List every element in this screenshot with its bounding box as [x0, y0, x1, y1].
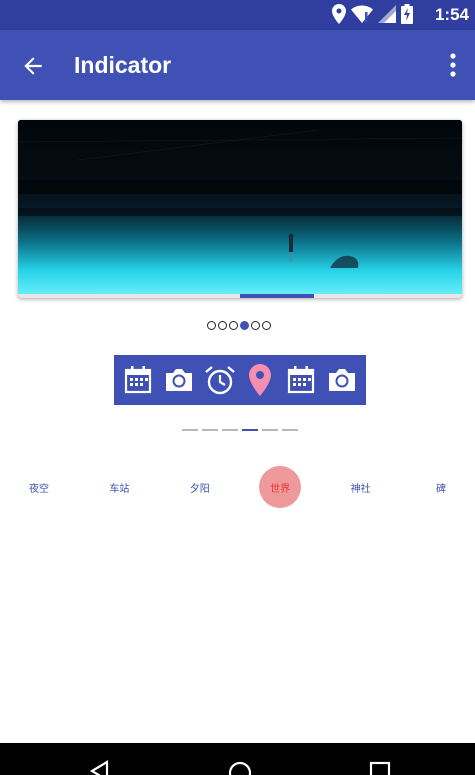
text-tab[interactable]: 碑: [420, 466, 462, 508]
icon-tab-camera-2[interactable]: [324, 362, 360, 398]
status-icons: [332, 4, 413, 24]
screen: 1:54 Indicator 夜空 车站 夕阳 世界 神社 碑: [0, 0, 475, 775]
recents-square-icon[interactable]: [369, 761, 391, 775]
camera-icon: [328, 369, 355, 391]
indicator-line-segment: [242, 429, 258, 431]
battery-icon: [401, 4, 413, 24]
home-circle-icon[interactable]: [228, 761, 252, 775]
wifi-icon: [351, 5, 373, 23]
arrow-back-icon[interactable]: [20, 53, 46, 79]
indicator-dot: [229, 321, 238, 330]
line-indicator: [182, 429, 298, 431]
calendar-icon: [125, 366, 152, 394]
alarm-icon: [204, 366, 235, 395]
camera-icon: [165, 369, 192, 391]
banner-pager[interactable]: [18, 120, 462, 298]
text-tab[interactable]: 夜空: [18, 466, 60, 508]
indicator-line-segment: [182, 429, 198, 431]
indicator-dot: [240, 321, 249, 330]
page-title: Indicator: [74, 52, 172, 78]
location-icon: [332, 4, 346, 24]
icon-tab-calendar[interactable]: [120, 362, 156, 398]
icon-tab-location[interactable]: [242, 362, 278, 398]
calendar-icon: [287, 366, 315, 394]
indicator-dot: [251, 321, 260, 330]
indicator-dot: [262, 321, 271, 330]
icon-tab-camera[interactable]: [161, 362, 197, 398]
app-bar: Indicator: [0, 30, 475, 100]
back-triangle-icon[interactable]: [89, 760, 109, 775]
indicator-line-segment: [262, 429, 278, 431]
text-tab[interactable]: 夕阳: [179, 466, 221, 508]
indicator-line-segment: [282, 429, 298, 431]
text-tab[interactable]: 车站: [98, 466, 140, 508]
icon-tab-calendar-2[interactable]: [283, 362, 319, 398]
indicator-line-segment: [222, 429, 238, 431]
location-pin-icon: [249, 364, 272, 396]
signal-icon: [378, 5, 396, 23]
text-tab[interactable]: 神社: [340, 466, 382, 508]
indicator-dot: [218, 321, 227, 330]
more-vert-icon[interactable]: [445, 52, 461, 78]
banner-image: [18, 120, 462, 298]
nav-bar: [0, 743, 475, 775]
status-time: 1:54: [434, 5, 469, 24]
text-tab[interactable]: 世界: [259, 466, 302, 508]
status-bar: 1:54: [0, 0, 475, 30]
banner-progress-indicator: [240, 294, 314, 298]
text-tab-strip: 夜空 车站 夕阳 世界 神社碑: [18, 466, 462, 508]
figure-silhouette: [288, 233, 294, 262]
circle-indicator: [207, 321, 271, 330]
indicator-line-segment: [202, 429, 218, 431]
indicator-dot: [207, 321, 216, 330]
icon-tab-strip: [114, 355, 366, 405]
icon-tab-alarm[interactable]: [202, 362, 238, 398]
